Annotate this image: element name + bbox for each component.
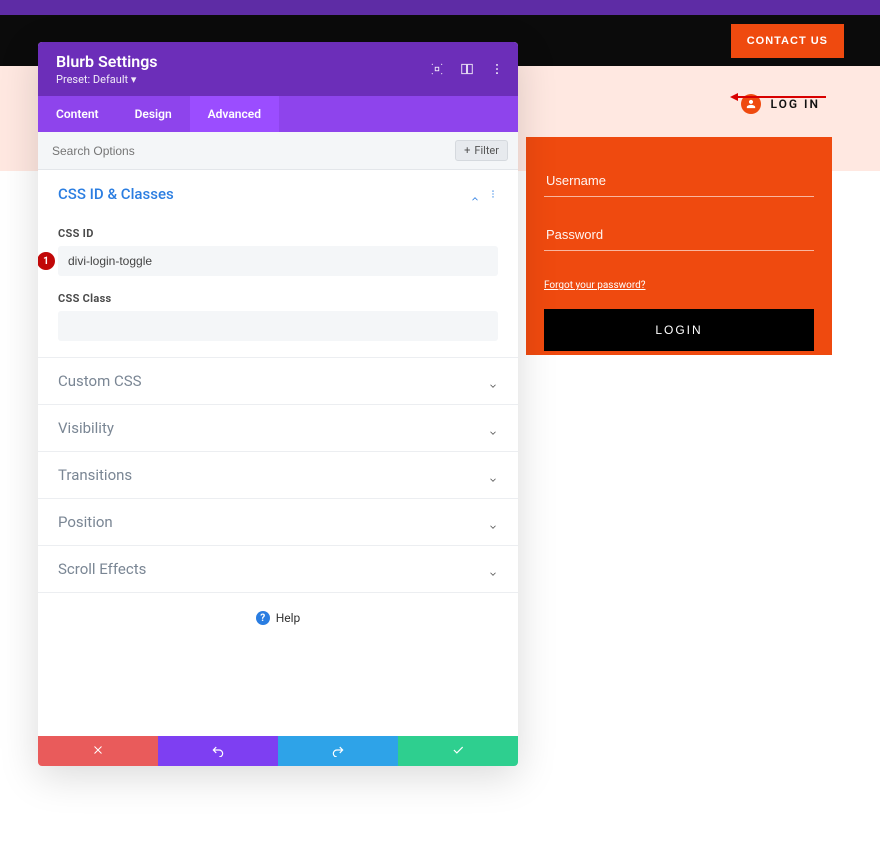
chevron-down-icon: [488, 423, 498, 433]
section-visibility: Visibility: [38, 405, 518, 452]
chevron-down-icon: [488, 376, 498, 386]
columns-icon[interactable]: [460, 62, 474, 76]
undo-icon: [211, 743, 225, 760]
section-header-custom-css[interactable]: Custom CSS: [38, 358, 518, 404]
section-header-scroll-effects[interactable]: Scroll Effects: [38, 546, 518, 592]
panel-header: Blurb Settings Preset: Default ▾: [38, 42, 518, 96]
redo-icon: [331, 743, 345, 760]
section-title: CSS ID & Classes: [58, 185, 174, 203]
tab-advanced[interactable]: Advanced: [190, 96, 279, 132]
search-row: + Filter: [38, 132, 518, 170]
more-icon[interactable]: [490, 62, 504, 76]
css-id-label: CSS ID: [58, 227, 498, 240]
panel-title: Blurb Settings: [56, 52, 158, 71]
save-button[interactable]: [398, 736, 518, 766]
expand-icon[interactable]: [430, 62, 444, 76]
chevron-down-icon: [488, 470, 498, 480]
help-icon: ?: [256, 611, 270, 625]
plus-icon: +: [464, 144, 470, 157]
contact-us-button[interactable]: CONTACT US: [731, 24, 844, 58]
section-custom-css: Custom CSS: [38, 358, 518, 405]
undo-button[interactable]: [158, 736, 278, 766]
settings-tabs: Content Design Advanced: [38, 96, 518, 132]
section-css-id-classes: CSS ID & Classes CSS ID 1 CSS Class: [38, 170, 518, 358]
section-position: Position: [38, 499, 518, 546]
chevron-up-icon: [470, 189, 480, 199]
login-dropdown-panel: Forgot your password? LOGIN: [526, 137, 832, 355]
tab-design[interactable]: Design: [117, 96, 190, 132]
section-header-transitions[interactable]: Transitions: [38, 452, 518, 498]
redo-button[interactable]: [278, 736, 398, 766]
blurb-settings-panel: Blurb Settings Preset: Default ▾ Content…: [38, 42, 518, 766]
section-more-icon[interactable]: [488, 184, 498, 203]
section-header-position[interactable]: Position: [38, 499, 518, 545]
section-scroll-effects: Scroll Effects: [38, 546, 518, 593]
help-row[interactable]: ? Help: [38, 593, 518, 635]
css-id-input[interactable]: [58, 246, 498, 276]
section-header-visibility[interactable]: Visibility: [38, 405, 518, 451]
section-header-css-id-classes[interactable]: CSS ID & Classes: [38, 170, 518, 217]
check-icon: [451, 743, 465, 760]
username-field[interactable]: [544, 165, 814, 197]
password-field[interactable]: [544, 219, 814, 251]
css-class-input[interactable]: [58, 311, 498, 341]
forgot-password-link[interactable]: Forgot your password?: [544, 280, 646, 291]
login-submit-button[interactable]: LOGIN: [544, 309, 814, 351]
panel-footer-actions: [38, 736, 518, 766]
tab-content[interactable]: Content: [38, 96, 117, 132]
close-icon: [92, 743, 104, 759]
search-input[interactable]: [48, 142, 455, 160]
filter-button[interactable]: + Filter: [455, 140, 508, 161]
annotation-arrow: [736, 96, 826, 98]
top-purple-bar: [0, 0, 880, 15]
panel-preset[interactable]: Preset: Default ▾: [56, 73, 158, 86]
chevron-down-icon: [488, 564, 498, 574]
css-class-label: CSS Class: [58, 292, 498, 305]
close-button[interactable]: [38, 736, 158, 766]
chevron-down-icon: [488, 517, 498, 527]
login-trigger-label: LOG IN: [771, 97, 821, 111]
annotation-badge-1: 1: [38, 252, 55, 270]
section-transitions: Transitions: [38, 452, 518, 499]
